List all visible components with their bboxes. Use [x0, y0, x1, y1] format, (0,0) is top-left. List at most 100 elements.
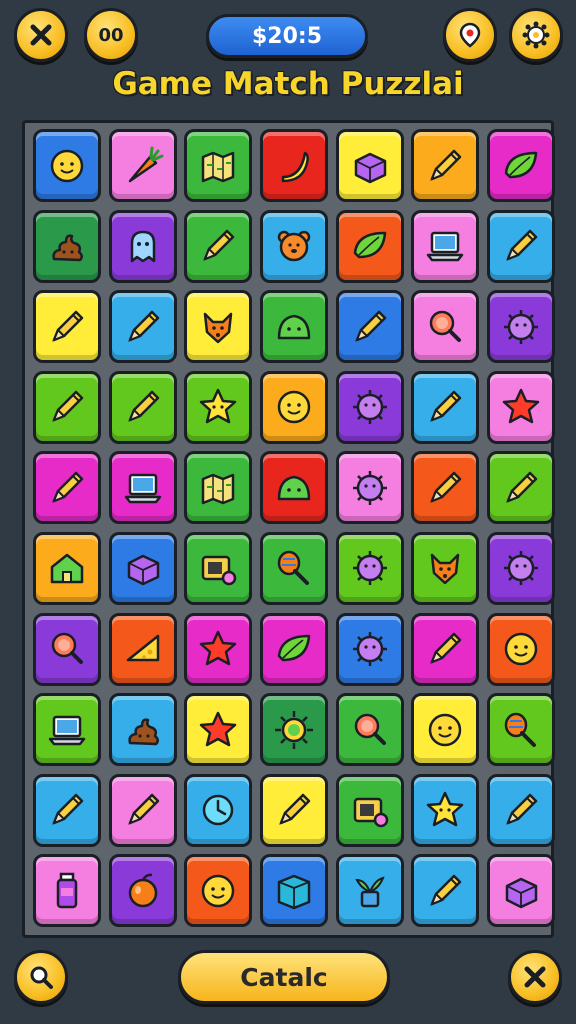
- search-icon: [30, 966, 53, 989]
- fruit-icon: [128, 873, 157, 908]
- tile[interactable]: [260, 854, 329, 928]
- tile[interactable]: [260, 531, 329, 605]
- maraca-icon: [504, 712, 537, 747]
- tile[interactable]: [184, 612, 253, 686]
- slime-icon: [277, 314, 311, 339]
- exit-button[interactable]: [508, 950, 562, 1004]
- box-icon: [505, 877, 538, 909]
- close-button[interactable]: [14, 8, 68, 62]
- tile[interactable]: [184, 451, 253, 525]
- tile[interactable]: [33, 693, 101, 767]
- tile[interactable]: [108, 290, 177, 364]
- tile[interactable]: [411, 693, 480, 767]
- box-icon: [354, 152, 386, 183]
- tile[interactable]: [108, 451, 177, 525]
- tile[interactable]: [33, 612, 101, 686]
- tile[interactable]: [411, 451, 480, 525]
- tile[interactable]: [108, 209, 177, 283]
- pencil-icon: [52, 794, 84, 826]
- pencil-icon: [506, 794, 538, 826]
- tile[interactable]: [184, 129, 253, 202]
- tile[interactable]: [487, 773, 556, 847]
- tile[interactable]: [184, 370, 253, 444]
- tile[interactable]: [33, 531, 101, 605]
- clock-icon: [203, 795, 234, 826]
- tile[interactable]: [108, 854, 177, 928]
- tile[interactable]: [108, 370, 177, 444]
- map-icon: [202, 473, 235, 505]
- tile[interactable]: [335, 451, 404, 525]
- pencil-icon: [430, 874, 462, 906]
- pencil-icon: [127, 310, 159, 342]
- plant-icon: [355, 876, 385, 908]
- tile[interactable]: [411, 370, 480, 444]
- tile[interactable]: [260, 451, 329, 525]
- magnifier-icon: [430, 310, 462, 342]
- tile[interactable]: [33, 290, 101, 364]
- tile[interactable]: [33, 451, 101, 525]
- catalog-button[interactable]: Catalc: [178, 950, 390, 1004]
- tile[interactable]: [335, 854, 404, 928]
- tile[interactable]: [260, 129, 329, 202]
- tile[interactable]: [260, 612, 329, 686]
- tile[interactable]: [411, 854, 480, 928]
- tile[interactable]: [260, 773, 329, 847]
- tile[interactable]: [487, 209, 556, 283]
- tile[interactable]: [184, 531, 253, 605]
- tile[interactable]: [184, 693, 253, 767]
- search-button[interactable]: [14, 950, 68, 1004]
- tile[interactable]: [33, 773, 101, 847]
- pencil-icon: [127, 391, 159, 423]
- fox-icon: [204, 312, 233, 343]
- maraca-icon: [277, 551, 310, 586]
- virus-icon: [504, 309, 539, 344]
- tile[interactable]: [411, 531, 480, 605]
- tile[interactable]: [411, 209, 480, 283]
- tile[interactable]: [487, 129, 556, 202]
- tile[interactable]: [335, 290, 404, 364]
- tile[interactable]: [335, 612, 404, 686]
- tile[interactable]: [260, 370, 329, 444]
- tile[interactable]: [335, 531, 404, 605]
- tile[interactable]: [487, 451, 556, 525]
- tile[interactable]: [411, 129, 480, 202]
- tile[interactable]: [487, 290, 556, 364]
- tile[interactable]: [33, 854, 101, 928]
- tile[interactable]: [184, 290, 253, 364]
- tile[interactable]: [184, 209, 253, 283]
- tile[interactable]: [184, 773, 253, 847]
- tile[interactable]: [335, 693, 404, 767]
- star-icon: [502, 389, 540, 424]
- tile[interactable]: [108, 773, 177, 847]
- tile[interactable]: [487, 370, 556, 444]
- house-icon: [50, 554, 84, 584]
- tile[interactable]: [33, 129, 101, 202]
- tile[interactable]: [487, 531, 556, 605]
- tile[interactable]: [108, 531, 177, 605]
- carrot-icon: [128, 146, 164, 182]
- settings-button[interactable]: [509, 8, 563, 62]
- tile[interactable]: [33, 209, 101, 283]
- hint-icon: [459, 22, 481, 48]
- tile[interactable]: [335, 129, 404, 202]
- tile[interactable]: [108, 129, 177, 202]
- tile[interactable]: [335, 370, 404, 444]
- tile[interactable]: [487, 612, 556, 686]
- tile[interactable]: [184, 854, 253, 928]
- tile[interactable]: [487, 854, 556, 928]
- hint-button[interactable]: [443, 8, 497, 62]
- tile[interactable]: [260, 290, 329, 364]
- tile[interactable]: [335, 773, 404, 847]
- tile[interactable]: [411, 773, 480, 847]
- tile[interactable]: [260, 209, 329, 283]
- moves-counter-button[interactable]: 00: [84, 8, 138, 62]
- tile[interactable]: [108, 693, 177, 767]
- tile[interactable]: [411, 290, 480, 364]
- tile[interactable]: [411, 612, 480, 686]
- tile[interactable]: [487, 693, 556, 767]
- tile[interactable]: [335, 209, 404, 283]
- tile[interactable]: [108, 612, 177, 686]
- tile[interactable]: [260, 693, 329, 767]
- pencil-icon: [52, 391, 84, 423]
- tile[interactable]: [33, 370, 101, 444]
